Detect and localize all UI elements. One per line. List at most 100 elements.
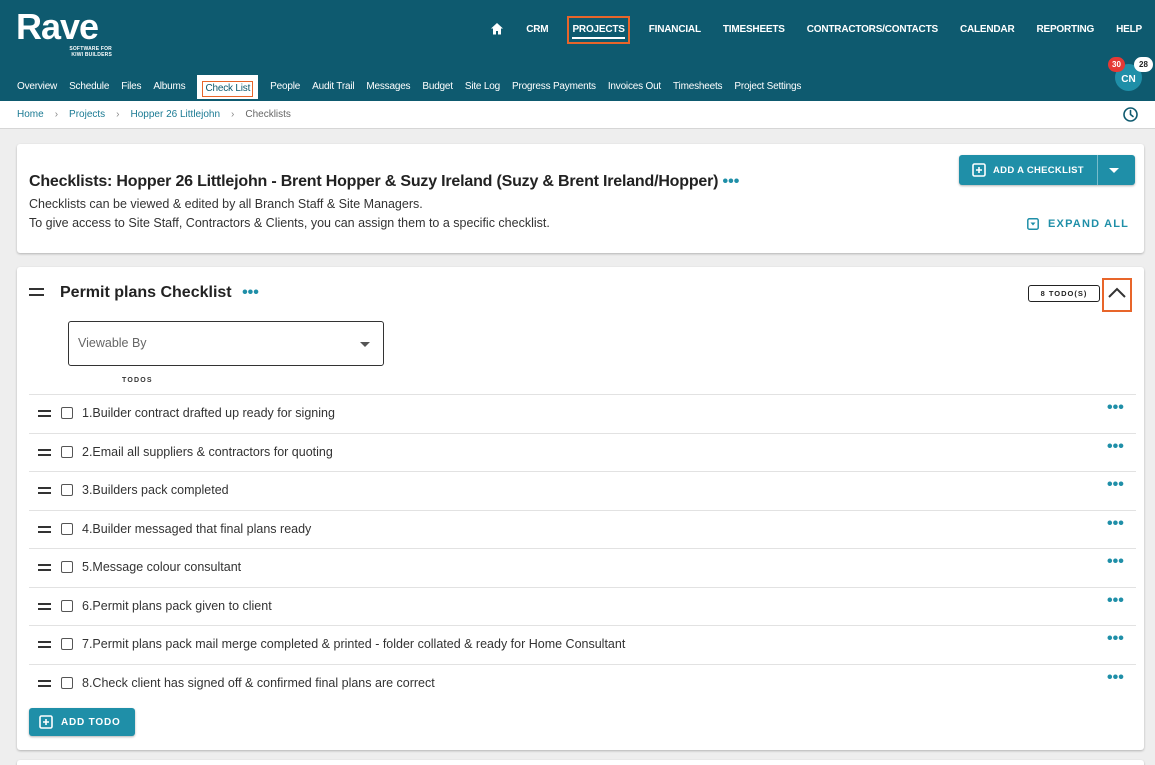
rave-logo[interactable]: Rave SOFTWARE FOR KIWI BUILDERS (16, 6, 112, 59)
nav-crm[interactable]: CRM (523, 16, 551, 44)
todo-checkbox[interactable] (61, 446, 73, 458)
nav-timesheets[interactable]: TIMESHEETS (720, 16, 788, 44)
tab-check-list-label: Check List (202, 81, 254, 97)
tab-messages[interactable]: Messages (366, 75, 410, 99)
more-options-icon[interactable]: ••• (1107, 476, 1124, 494)
expand-all-button[interactable]: EXPAND ALL (1027, 218, 1129, 230)
todo-checkbox[interactable] (61, 638, 73, 650)
breadcrumb-project[interactable]: Hopper 26 Littlejohn (131, 109, 221, 120)
breadcrumb-home[interactable]: Home (17, 109, 44, 120)
more-options-icon[interactable]: ••• (1107, 630, 1124, 648)
more-options-icon[interactable]: ••• (1107, 592, 1124, 610)
drag-handle-icon[interactable] (38, 680, 51, 687)
todo-checkbox[interactable] (61, 600, 73, 612)
viewable-by-select[interactable]: Viewable By (68, 321, 384, 366)
nav-timesheets-label: TIMESHEETS (722, 24, 785, 35)
caret-down-icon (360, 342, 370, 347)
nav-home[interactable] (487, 16, 507, 44)
tab-timesheets[interactable]: Timesheets (673, 75, 723, 99)
drag-handle-icon[interactable] (38, 449, 51, 456)
nav-reporting[interactable]: REPORTING (1033, 16, 1097, 44)
drag-handle-icon[interactable] (38, 487, 51, 494)
next-checklist-card (17, 760, 1144, 765)
nav-help[interactable]: HELP (1113, 16, 1145, 44)
todo-count-badge: 8 TODO(S) (1028, 285, 1100, 302)
todo-checkbox[interactable] (61, 484, 73, 496)
add-todo-button[interactable]: ADD TODO (29, 708, 135, 736)
chevron-right-icon: › (116, 109, 120, 120)
tab-overview[interactable]: Overview (17, 75, 57, 99)
todo-row: 8.Check client has signed off & confirme… (29, 664, 1136, 703)
tab-albums[interactable]: Albums (153, 75, 185, 99)
collapse-button[interactable] (1102, 278, 1132, 312)
todo-row: 6.Permit plans pack given to client ••• (29, 587, 1136, 626)
logo-tagline-2: KIWI BUILDERS (71, 52, 112, 58)
nav-financial[interactable]: FINANCIAL (646, 16, 704, 44)
drag-handle-icon[interactable] (29, 288, 44, 296)
tab-project-settings[interactable]: Project Settings (734, 75, 801, 99)
tab-audit-trail[interactable]: Audit Trail (312, 75, 354, 99)
breadcrumb-bar: Home › Projects › Hopper 26 Littlejohn ›… (0, 101, 1155, 129)
more-options-icon[interactable]: ••• (1107, 438, 1124, 456)
add-checklist-button[interactable]: ADD A CHECKLIST (959, 155, 1135, 185)
viewable-by-placeholder: Viewable By (78, 336, 147, 350)
nav-calendar[interactable]: CALENDAR (957, 16, 1018, 44)
more-options-icon[interactable]: ••• (242, 284, 259, 302)
todo-checkbox[interactable] (61, 561, 73, 573)
todo-row: 3.Builders pack completed ••• (29, 471, 1136, 510)
tab-invoices-out[interactable]: Invoices Out (608, 75, 661, 99)
todo-checkbox[interactable] (61, 523, 73, 535)
todo-checkbox[interactable] (61, 677, 73, 689)
project-sub-nav: Overview Schedule Files Albums Check Lis… (17, 75, 813, 99)
more-options-icon[interactable]: ••• (1107, 399, 1124, 417)
nav-help-label: HELP (1116, 24, 1142, 35)
todo-text: 7.Permit plans pack mail merge completed… (82, 637, 626, 651)
drag-handle-icon[interactable] (38, 641, 51, 648)
tab-progress-payments[interactable]: Progress Payments (512, 75, 596, 99)
plus-box-icon (972, 163, 986, 177)
notification-badge[interactable]: 30 (1108, 57, 1125, 72)
logo-word: Rave (16, 6, 99, 47)
description-line-1: Checklists can be viewed & edited by all… (29, 197, 423, 211)
add-checklist-label: ADD A CHECKLIST (993, 164, 1084, 176)
breadcrumb: Home › Projects › Hopper 26 Littlejohn ›… (17, 109, 291, 120)
drag-handle-icon[interactable] (38, 603, 51, 610)
more-options-icon[interactable]: ••• (1107, 515, 1124, 533)
drag-handle-icon[interactable] (38, 410, 51, 417)
history-icon[interactable] (1122, 106, 1139, 123)
todo-text: 1.Builder contract drafted up ready for … (82, 406, 335, 420)
tab-schedule[interactable]: Schedule (69, 75, 109, 99)
tab-site-log[interactable]: Site Log (465, 75, 500, 99)
drag-handle-icon[interactable] (38, 526, 51, 533)
checklist-title: Permit plans Checklist ••• (60, 284, 259, 302)
expand-box-icon (1027, 218, 1039, 230)
breadcrumb-projects[interactable]: Projects (69, 109, 105, 120)
nav-crm-label: CRM (526, 24, 549, 35)
nav-calendar-label: CALENDAR (959, 24, 1015, 35)
message-badge[interactable]: 28 (1134, 57, 1153, 72)
page-title: Checklists: Hopper 26 Littlejohn - Brent… (29, 173, 739, 191)
nav-projects[interactable]: PROJECTS (567, 16, 630, 44)
todo-checkbox[interactable] (61, 407, 73, 419)
todo-text: 6.Permit plans pack given to client (82, 599, 272, 613)
plus-box-icon (39, 715, 53, 729)
button-divider (1097, 155, 1098, 185)
drag-handle-icon[interactable] (38, 564, 51, 571)
more-options-icon[interactable]: ••• (723, 173, 740, 191)
tab-people[interactable]: People (270, 75, 300, 99)
tab-files[interactable]: Files (121, 75, 141, 99)
caret-down-icon[interactable] (1109, 168, 1119, 173)
tab-budget[interactable]: Budget (422, 75, 453, 99)
todo-text: 5.Message colour consultant (82, 560, 242, 574)
tab-check-list[interactable]: Check List (197, 75, 259, 99)
more-options-icon[interactable]: ••• (1107, 553, 1124, 571)
nav-contractors-contacts[interactable]: CONTRACTORS/CONTACTS (804, 16, 941, 44)
nav-contractors-label: CONTRACTORS/CONTACTS (806, 24, 938, 35)
nav-projects-label: PROJECTS (572, 24, 625, 39)
checklist-title-text: Permit plans Checklist (60, 284, 232, 301)
nav-reporting-label: REPORTING (1036, 24, 1095, 35)
todos-header: TODOS (122, 377, 153, 384)
top-nav: CRM PROJECTS FINANCIAL TIMESHEETS CONTRA… (471, 16, 1145, 44)
breadcrumb-current: Checklists (245, 109, 291, 120)
more-options-icon[interactable]: ••• (1107, 669, 1124, 687)
